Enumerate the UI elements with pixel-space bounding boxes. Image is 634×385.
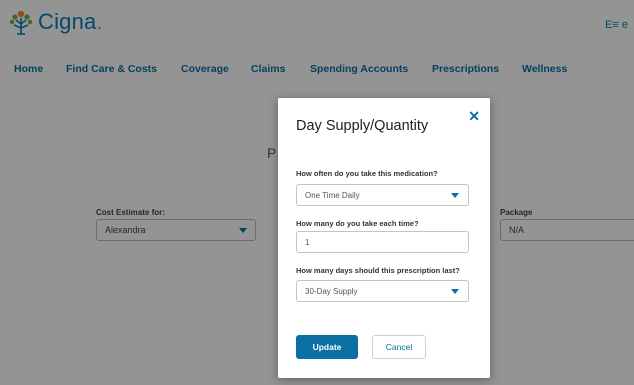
update-button[interactable]: Update: [296, 335, 358, 359]
cancel-button[interactable]: Cancel: [372, 335, 426, 359]
day-supply-dialog: Day Supply/Quantity ✕ How often do you t…: [278, 98, 490, 378]
close-icon[interactable]: ✕: [468, 108, 480, 125]
quantity-input[interactable]: 1: [296, 231, 469, 253]
quantity-label: How many do you take each time?: [296, 219, 419, 228]
dialog-title: Day Supply/Quantity: [296, 118, 429, 134]
frequency-value: One Time Daily: [305, 191, 360, 200]
frequency-label: How often do you take this medication?: [296, 169, 438, 178]
quantity-value: 1: [305, 238, 310, 247]
chevron-down-icon: [451, 193, 459, 198]
duration-select[interactable]: 30-Day Supply: [296, 280, 469, 302]
duration-label: How many days should this prescription l…: [296, 266, 460, 275]
frequency-select[interactable]: One Time Daily: [296, 184, 469, 206]
chevron-down-icon: [451, 289, 459, 294]
duration-value: 30-Day Supply: [305, 287, 358, 296]
